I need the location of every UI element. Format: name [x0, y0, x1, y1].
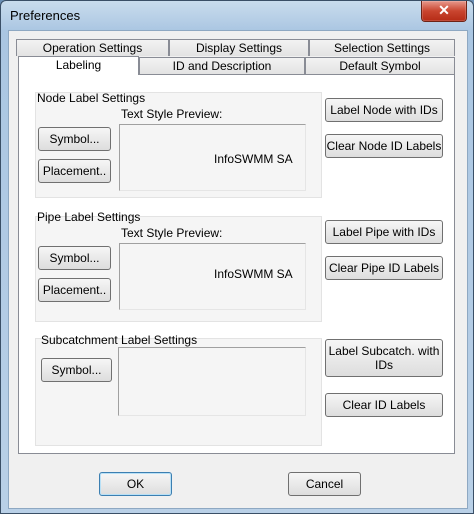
- close-icon: ✕: [438, 2, 450, 18]
- pipe-placement-button[interactable]: Placement..: [38, 278, 111, 302]
- preferences-window: Preferences ✕ Operation Settings Display…: [0, 0, 474, 514]
- labeling-tab-panel: Node Label Settings Text Style Preview: …: [18, 74, 455, 454]
- subcatchment-text-style-preview: [118, 347, 306, 416]
- pipe-symbol-button[interactable]: Symbol...: [38, 246, 111, 270]
- node-preview-text: InfoSWMM SA: [214, 152, 293, 166]
- label-pipe-with-ids-button[interactable]: Label Pipe with IDs: [325, 220, 443, 244]
- tab-selection-settings[interactable]: Selection Settings: [309, 39, 455, 56]
- node-label-group-title: Node Label Settings: [37, 91, 146, 105]
- label-node-with-ids-button[interactable]: Label Node with IDs: [325, 98, 443, 122]
- cancel-button[interactable]: Cancel: [288, 472, 361, 496]
- pipe-preview-text: InfoSWMM SA: [214, 267, 293, 281]
- node-preview-label: Text Style Preview:: [121, 107, 223, 121]
- node-symbol-button[interactable]: Symbol...: [38, 127, 111, 151]
- title-bar[interactable]: Preferences: [1, 1, 473, 31]
- tab-display-settings[interactable]: Display Settings: [169, 39, 309, 56]
- tab-operation-settings[interactable]: Operation Settings: [16, 39, 169, 56]
- node-placement-button[interactable]: Placement..: [38, 159, 111, 183]
- close-button[interactable]: ✕: [421, 1, 467, 22]
- clear-node-id-labels-button[interactable]: Clear Node ID Labels: [325, 134, 443, 158]
- clear-pipe-id-labels-button[interactable]: Clear Pipe ID Labels: [325, 256, 443, 280]
- pipe-preview-label: Text Style Preview:: [121, 226, 223, 240]
- tab-labeling[interactable]: Labeling: [18, 56, 139, 75]
- label-subcatch-with-ids-button[interactable]: Label Subcatch. with IDs: [325, 339, 443, 377]
- tab-default-symbol[interactable]: Default Symbol: [305, 57, 455, 74]
- pipe-label-group-title: Pipe Label Settings: [37, 210, 141, 224]
- clear-id-labels-button[interactable]: Clear ID Labels: [325, 393, 443, 417]
- subcatchment-label-group-title: Subcatchment Label Settings: [41, 333, 198, 347]
- tab-id-and-description[interactable]: ID and Description: [139, 57, 305, 74]
- pipe-text-style-preview: InfoSWMM SA: [119, 243, 306, 310]
- subcatchment-symbol-button[interactable]: Symbol...: [41, 358, 112, 382]
- node-text-style-preview: InfoSWMM SA: [119, 124, 306, 191]
- dialog-client-area: Operation Settings Display Settings Sele…: [8, 30, 468, 509]
- ok-button[interactable]: OK: [99, 472, 172, 496]
- window-title: Preferences: [10, 8, 81, 23]
